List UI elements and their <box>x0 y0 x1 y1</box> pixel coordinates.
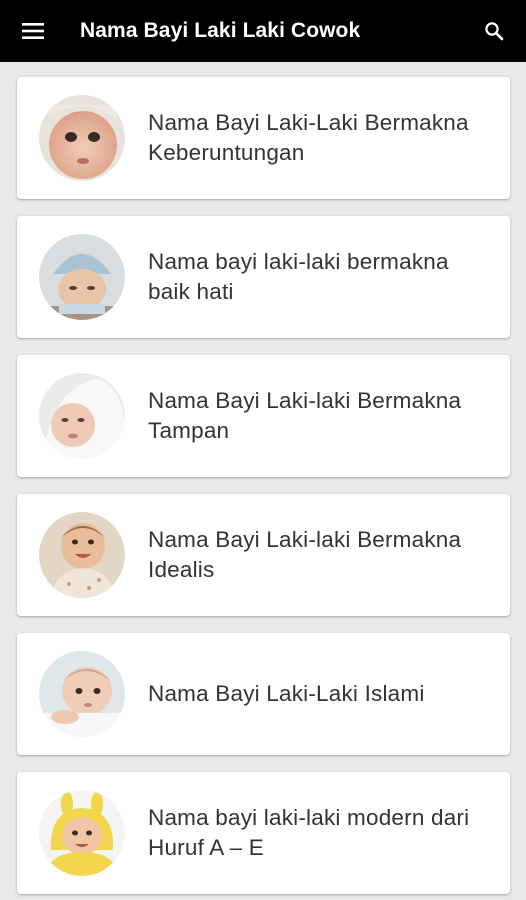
list-item[interactable]: Nama bayi laki-laki bermakna baik hati <box>17 216 510 338</box>
avatar <box>39 373 125 459</box>
list-item[interactable]: Nama Bayi Laki-Laki Islami <box>17 633 510 755</box>
list-item-title: Nama Bayi Laki-Laki Bermakna Keberuntung… <box>148 110 469 165</box>
search-button[interactable] <box>478 15 510 47</box>
app-title: Nama Bayi Laki Laki Cowok <box>80 19 361 42</box>
app-bar: Nama Bayi Laki Laki Cowok <box>0 0 526 62</box>
avatar <box>39 512 125 598</box>
list-item[interactable]: Nama bayi laki-laki modern dari Huruf A … <box>17 772 510 894</box>
avatar <box>39 95 125 181</box>
hamburger-menu-icon <box>22 23 44 39</box>
list-item-title: Nama bayi laki-laki bermakna baik hati <box>148 249 449 304</box>
avatar <box>39 651 125 737</box>
menu-button[interactable] <box>0 0 66 62</box>
avatar <box>39 790 125 876</box>
list-item[interactable]: Nama Bayi Laki-laki Bermakna Tampan <box>17 355 510 477</box>
list-item-title: Nama Bayi Laki-Laki Islami <box>148 681 425 706</box>
list-item-title: Nama Bayi Laki-laki Bermakna Tampan <box>148 388 462 443</box>
list-item[interactable]: Nama Bayi Laki-laki Bermakna Idealis <box>17 494 510 616</box>
list-item[interactable]: Nama Bayi Laki-Laki Bermakna Keberuntung… <box>17 77 510 199</box>
article-list[interactable]: Nama Bayi Laki-Laki Bermakna Keberuntung… <box>0 62 526 900</box>
avatar <box>39 234 125 320</box>
list-item-title: Nama Bayi Laki-laki Bermakna Idealis <box>148 527 462 582</box>
search-icon <box>485 22 504 41</box>
list-item-title: Nama bayi laki-laki modern dari Huruf A … <box>148 805 470 860</box>
